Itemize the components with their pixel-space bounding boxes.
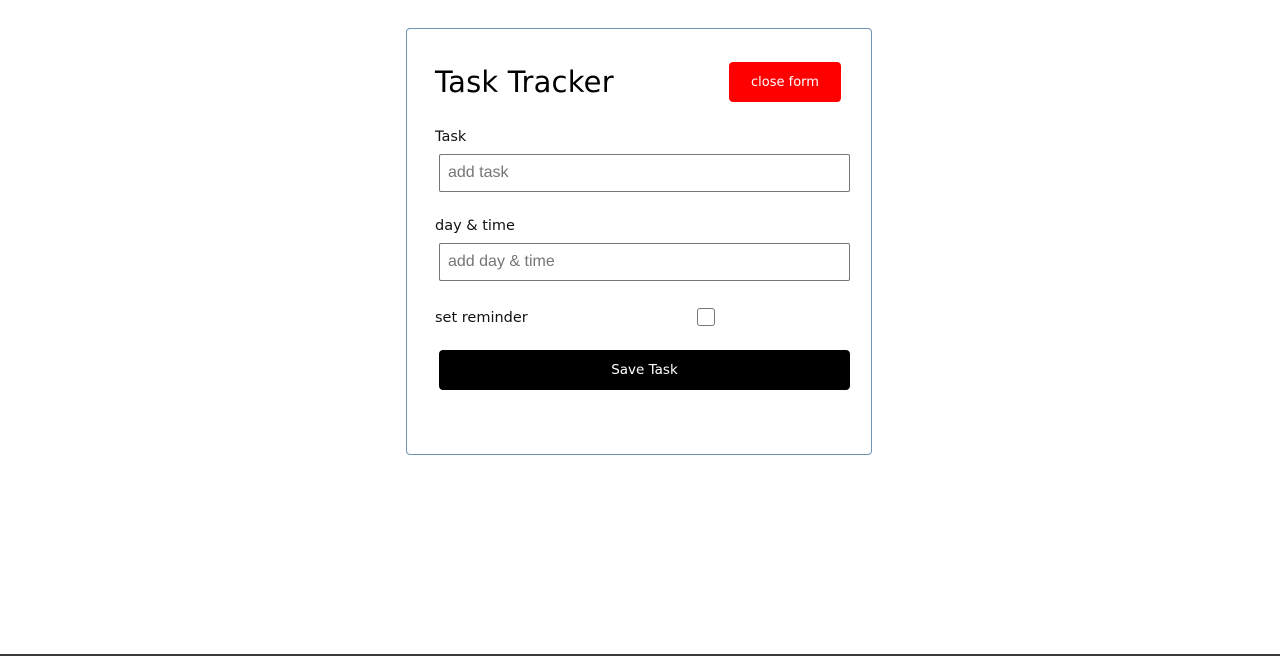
task-form-card: Task Tracker close form Task day & time … (406, 28, 872, 455)
task-input[interactable] (439, 154, 850, 192)
day-time-input[interactable] (439, 243, 850, 281)
save-task-button[interactable]: Save Task (439, 350, 850, 390)
close-form-button[interactable]: close form (729, 62, 841, 102)
task-label: Task (435, 129, 467, 145)
page: Task Tracker close form Task day & time … (0, 0, 1280, 656)
day-time-label: day & time (435, 218, 515, 234)
reminder-label: set reminder (435, 310, 528, 326)
reminder-checkbox[interactable] (697, 308, 715, 326)
app-title: Task Tracker (435, 65, 614, 99)
